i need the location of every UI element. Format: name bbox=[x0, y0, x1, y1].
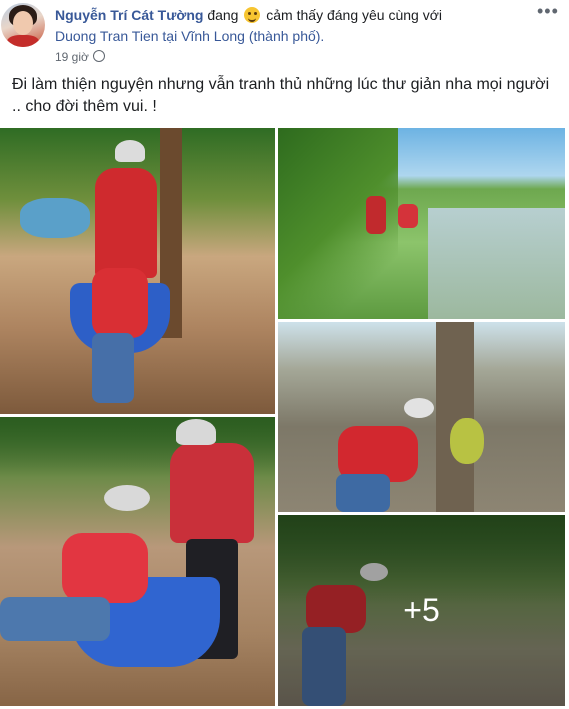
feeling-prefix: đang bbox=[207, 7, 239, 23]
post-meta: 19 giờ bbox=[55, 50, 105, 65]
woman-red-shirt bbox=[398, 204, 418, 228]
photo-more[interactable]: +5 bbox=[278, 515, 565, 706]
tagged-person[interactable]: Duong Tran Tien bbox=[55, 28, 159, 44]
tag-line: Duong Tran Tien tại Vĩnh Long (thành phố… bbox=[55, 27, 324, 45]
jeans bbox=[0, 597, 110, 641]
feeling-text: cảm thấy đáng yêu cùng với bbox=[266, 7, 442, 23]
photo-jackfruit[interactable] bbox=[278, 322, 565, 512]
post-timestamp[interactable]: 19 giờ bbox=[55, 50, 89, 64]
cap bbox=[104, 485, 150, 511]
cap bbox=[115, 140, 145, 162]
globe-icon[interactable] bbox=[92, 50, 105, 62]
water-field bbox=[428, 208, 565, 319]
standing-man bbox=[170, 443, 254, 543]
more-photos-count[interactable]: +5 bbox=[278, 515, 565, 706]
cap bbox=[176, 419, 216, 445]
avatar-face bbox=[13, 11, 33, 35]
jackfruit bbox=[450, 418, 484, 464]
more-options-icon[interactable]: ••• bbox=[537, 2, 558, 20]
man-red-shirt bbox=[366, 196, 386, 234]
avatar[interactable] bbox=[1, 3, 45, 47]
tree-trunk bbox=[436, 322, 474, 512]
avatar-shirt bbox=[7, 35, 39, 47]
location-link[interactable]: Vĩnh Long (thành phố). bbox=[181, 28, 324, 44]
location-prefix: tại bbox=[162, 28, 178, 44]
photo-rice-field[interactable] bbox=[278, 128, 565, 319]
cap bbox=[404, 398, 434, 418]
sitting-woman bbox=[62, 533, 148, 603]
blue-tarp bbox=[20, 198, 90, 238]
post-header: Nguyễn Trí Cát Tường đang cảm thấy đáng … bbox=[0, 0, 569, 70]
jeans bbox=[336, 474, 390, 512]
standing-man bbox=[95, 168, 157, 278]
jeans bbox=[92, 333, 134, 403]
author-name[interactable]: Nguyễn Trí Cát Tường bbox=[55, 7, 203, 23]
post-caption: Đi làm thiện nguyện nhưng vẫn tranh thủ … bbox=[12, 76, 550, 115]
photo-wheelbarrow-2[interactable] bbox=[0, 417, 275, 706]
sitting-woman bbox=[92, 268, 148, 338]
post-headline: Nguyễn Trí Cát Tường đang cảm thấy đáng … bbox=[55, 6, 442, 24]
smiling-face-icon bbox=[244, 7, 261, 23]
photo-wheelbarrow-1[interactable] bbox=[0, 128, 275, 414]
